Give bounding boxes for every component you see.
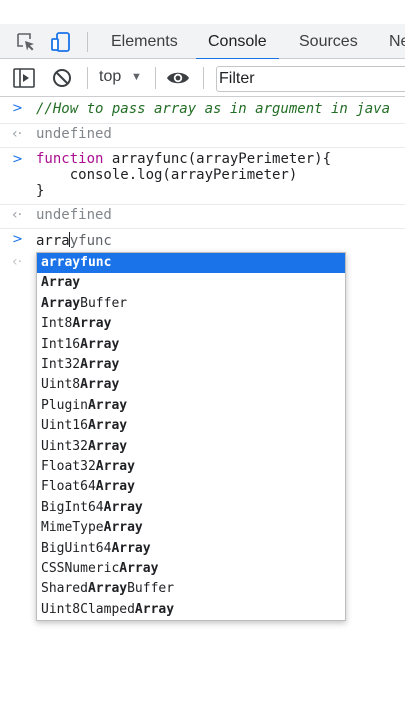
window-top-strip — [0, 0, 405, 24]
toolbar-divider — [155, 67, 156, 89]
tab-elements[interactable]: Elements — [111, 24, 178, 59]
console-result-line: ‹· undefined — [0, 124, 405, 148]
autocomplete-dropdown[interactable]: arrayfunc Array ArrayBuffer Int8Array Int16A… — [36, 252, 346, 621]
inspect-element-icon[interactable] — [15, 31, 37, 53]
autocomplete-item[interactable]: SharedArrayBuffer — [37, 579, 345, 599]
autocomplete-item[interactable]: Float32Array — [37, 457, 345, 477]
console-input-text: //How to pass array as in argument in ja… — [36, 101, 391, 117]
device-toolbar-icon[interactable] — [50, 31, 72, 53]
autocomplete-item[interactable]: Uint8Array — [37, 375, 345, 395]
prompt-chevron-icon: > — [12, 152, 23, 167]
autocomplete-item[interactable]: BigUint64Array — [37, 539, 345, 559]
console-input-line: > //How to pass array as in argument in … — [0, 97, 405, 124]
context-dropdown-arrow-icon[interactable]: ▼ — [131, 71, 142, 83]
console-result-text: undefined — [36, 207, 112, 223]
autocomplete-item[interactable]: PluginArray — [37, 396, 345, 416]
autocomplete-item[interactable]: ArrayBuffer — [37, 294, 345, 314]
autocomplete-item[interactable]: Uint8ClampedArray — [37, 600, 345, 620]
console-input-line: > function arrayfunc(arrayPerimeter){ co… — [0, 148, 405, 205]
console-result-line: ‹· undefined — [0, 205, 405, 229]
tab-sources[interactable]: Sources — [299, 24, 358, 59]
console-prompt-line[interactable]: > arrayfunc — [0, 229, 405, 253]
console-code-line: function arrayfunc(arrayPerimeter){ — [36, 151, 332, 167]
toolbar-divider — [87, 67, 88, 89]
console-prompt-input[interactable]: arrayfunc — [36, 232, 112, 249]
autocomplete-item[interactable]: arrayfunc — [37, 253, 345, 273]
show-sidebar-icon[interactable] — [13, 68, 35, 93]
context-selector[interactable]: top — [99, 68, 121, 86]
devtools-tab-bar: Elements Console Sources Ne — [0, 24, 405, 60]
prompt-chevron-icon: > — [12, 101, 23, 116]
console-toolbar: top ▼ — [0, 59, 405, 97]
result-arrow-icon: ‹· — [12, 207, 23, 223]
autocomplete-item[interactable]: Uint16Array — [37, 416, 345, 436]
filter-input[interactable] — [216, 66, 405, 92]
clear-console-icon[interactable] — [52, 68, 72, 93]
autocomplete-item[interactable]: Uint32Array — [37, 437, 345, 457]
console-result-text: undefined — [36, 126, 112, 142]
result-arrow-icon: ‹· — [12, 254, 23, 270]
console-code-line: console.log(arrayPerimeter) — [36, 167, 298, 183]
autocomplete-item[interactable]: BigInt64Array — [37, 498, 345, 518]
prompt-chevron-icon: > — [12, 232, 23, 247]
autocomplete-item[interactable]: CSSNumericArray — [37, 559, 345, 579]
tab-divider — [87, 32, 88, 52]
console-code-line: } — [36, 183, 45, 199]
tab-network[interactable]: Ne — [389, 24, 405, 59]
autocomplete-item[interactable]: MimeTypeArray — [37, 518, 345, 538]
autocomplete-item[interactable]: Int32Array — [37, 355, 345, 375]
autocomplete-item[interactable]: Array — [37, 273, 345, 293]
live-expression-eye-icon[interactable] — [166, 69, 190, 92]
toolbar-divider — [203, 67, 204, 89]
tab-console[interactable]: Console — [196, 24, 279, 60]
autocomplete-item[interactable]: Float64Array — [37, 477, 345, 497]
result-arrow-icon: ‹· — [12, 126, 23, 142]
autocomplete-item[interactable]: Int8Array — [37, 314, 345, 334]
autocomplete-item[interactable]: Int16Array — [37, 335, 345, 355]
